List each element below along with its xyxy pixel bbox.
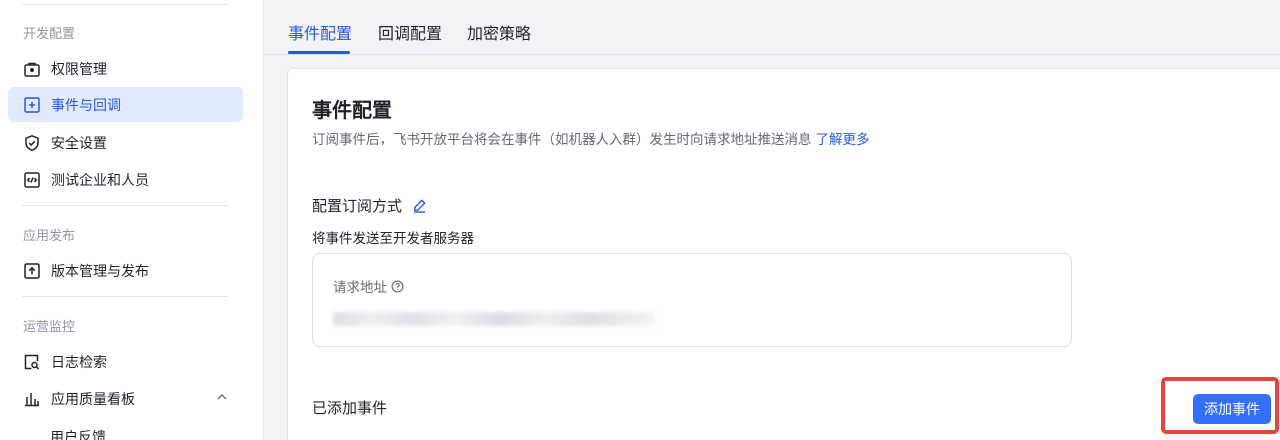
tab-event-config[interactable]: 事件配置 — [288, 20, 352, 44]
sidebar-item-events-callbacks[interactable]: 事件与回调 — [8, 87, 243, 122]
sidebar-item-label: 日志检索 — [51, 354, 107, 371]
edit-icon[interactable] — [412, 198, 427, 213]
sidebar-section-publish: 应用发布 — [23, 229, 76, 244]
learn-more-link[interactable]: 了解更多 — [816, 132, 870, 148]
description-text: 订阅事件后，飞书开放平台将会在事件（如机器人入群）发生时向请求地址推送消息 — [312, 132, 812, 148]
active-tab-indicator — [288, 51, 350, 54]
request-url-value-redacted — [333, 312, 655, 326]
sidebar-section-operations: 运营监控 — [23, 320, 76, 335]
tab-encryption-policy[interactable]: 加密策略 — [467, 20, 531, 44]
sidebar-item-test-enterprise[interactable]: 测试企业和人员 — [8, 162, 243, 197]
sidebar-divider — [22, 205, 228, 206]
sidebar-divider — [22, 296, 228, 297]
tab-callback-config[interactable]: 回调配置 — [378, 20, 442, 44]
sidebar-item-label: 安全设置 — [51, 135, 107, 152]
page-title: 事件配置 — [312, 98, 392, 122]
sidebar-item-label: 测试企业和人员 — [51, 172, 149, 189]
code-box-icon — [23, 171, 41, 189]
sidebar-item-quality-dashboard[interactable]: 应用质量看板 — [8, 381, 243, 416]
sidebar-item-label: 应用质量看板 — [51, 391, 135, 408]
sidebar-divider — [22, 4, 228, 5]
sidebar-section-dev-config: 开发配置 — [23, 27, 76, 42]
bar-chart-icon — [23, 390, 41, 408]
added-events-heading: 已添加事件 — [312, 399, 388, 417]
sidebar-subitem-feedback[interactable]: 用户反馈 — [50, 427, 106, 440]
chevron-up-icon[interactable] — [215, 390, 229, 404]
sidebar: 开发配置 权限管理 事件与回调 安全设置 测试企业和人员 应用发布 版本管理与发… — [0, 0, 264, 440]
sidebar-item-label: 权限管理 — [51, 61, 107, 78]
lock-box-icon — [23, 60, 41, 78]
subscribe-method-value: 将事件发送至开发者服务器 — [312, 231, 474, 247]
help-circle-icon[interactable] — [391, 280, 404, 293]
sidebar-item-label: 事件与回调 — [51, 97, 121, 114]
plus-box-icon — [23, 96, 41, 114]
sidebar-item-permissions[interactable]: 权限管理 — [8, 51, 243, 86]
request-url-box: 请求地址 — [312, 253, 1072, 347]
shield-check-icon — [23, 134, 41, 152]
add-event-button[interactable]: 添加事件 — [1193, 394, 1271, 424]
upload-box-icon — [23, 262, 41, 280]
tab-bar: 事件配置 回调配置 加密策略 — [264, 0, 1280, 55]
subscribe-method-label: 配置订阅方式 — [312, 197, 403, 215]
sidebar-item-version-publish[interactable]: 版本管理与发布 — [8, 253, 243, 288]
request-url-label: 请求地址 — [333, 276, 404, 296]
request-url-label-text: 请求地址 — [333, 280, 387, 296]
event-config-card: 事件配置 订阅事件后，飞书开放平台将会在事件（如机器人入群）发生时向请求地址推送… — [287, 68, 1280, 440]
subscribe-method-heading: 配置订阅方式 — [312, 195, 427, 216]
page-description: 订阅事件后，飞书开放平台将会在事件（如机器人入群）发生时向请求地址推送消息 了解更… — [312, 128, 870, 148]
search-doc-icon — [23, 353, 41, 371]
sidebar-item-label: 版本管理与发布 — [51, 263, 149, 280]
sidebar-item-log-search[interactable]: 日志检索 — [8, 344, 243, 379]
sidebar-item-security[interactable]: 安全设置 — [8, 125, 243, 160]
